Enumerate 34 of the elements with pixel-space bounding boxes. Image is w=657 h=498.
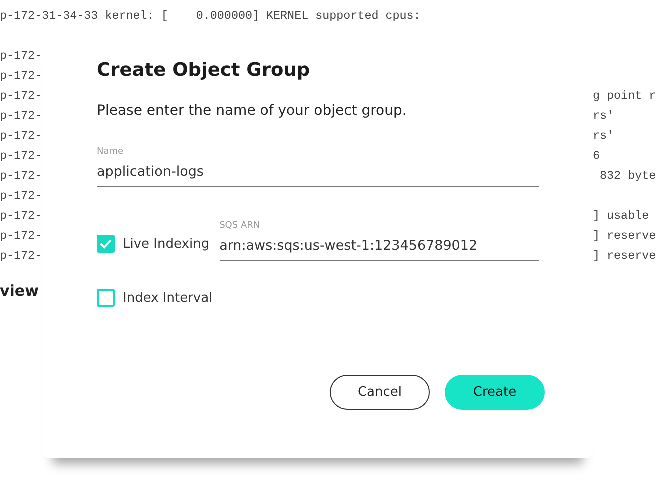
section-heading: view — [0, 282, 39, 300]
checkbox[interactable] — [97, 289, 115, 307]
checkbox[interactable] — [97, 235, 115, 253]
log-line: g point r — [593, 89, 656, 103]
log-line: ] reserve — [593, 229, 656, 243]
field-label: SQS ARN — [220, 221, 260, 231]
log-line: p-172- — [0, 89, 42, 103]
log-line: p-172-31-34-33 kernel: [ 0.000000] KERNEL supported cpus: — [0, 9, 421, 23]
log-line: p-172- — [0, 109, 42, 123]
log-line: p-172- — [0, 229, 42, 243]
field-label: Name — [97, 147, 124, 157]
log-line: rs' — [593, 109, 614, 123]
log-line: p-172- — [0, 209, 42, 223]
check-icon — [100, 239, 112, 249]
log-line: p-172- — [0, 129, 42, 143]
dialog-title: Create Object Group — [97, 60, 312, 81]
log-line: p-172- — [0, 69, 42, 83]
sqs-arn-field[interactable]: arn:aws:sqs:us-west-1:123456789012 — [220, 238, 539, 261]
checkbox-label: Live Indexing — [123, 236, 210, 252]
log-line: ] reserve — [593, 249, 656, 263]
name-field[interactable]: application-logs — [97, 164, 539, 187]
log-line: 6 — [593, 149, 600, 163]
log-line: p-172- — [0, 189, 42, 203]
log-line: p-172- — [0, 149, 42, 163]
checkbox-label: Index Interval — [123, 290, 213, 306]
log-line: 832 byte — [599, 169, 656, 183]
create-button[interactable]: Create — [445, 375, 545, 410]
log-line: p-172- — [0, 49, 42, 63]
log-line: rs' — [593, 129, 614, 143]
log-line: p-172- — [0, 249, 42, 263]
cancel-button[interactable]: Cancel — [330, 375, 430, 410]
log-line: ] usable — [593, 209, 650, 223]
dialog-message: Please enter the name of your object group. — [97, 103, 408, 119]
log-line: p-172- — [0, 169, 42, 183]
